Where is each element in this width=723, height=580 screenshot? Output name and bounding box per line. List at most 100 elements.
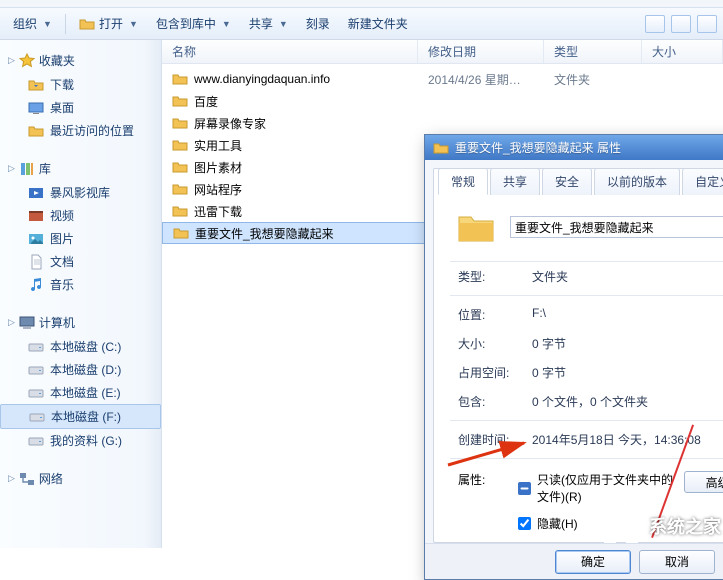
newfolder-button[interactable]: 新建文件夹 [341, 12, 415, 36]
tab-general[interactable]: 常规 [438, 168, 488, 195]
sidebar-item-downloads[interactable]: 下载 [0, 73, 161, 96]
sidebar-item-docs[interactable]: 文档 [0, 250, 161, 273]
file-row[interactable]: 百度 [162, 90, 723, 112]
dialog-body: 常规 共享 安全 以前的版本 自定义 类型:文件夹 [433, 168, 723, 543]
folder-icon [172, 71, 188, 87]
file-name: 屏幕录像专家 [194, 115, 266, 132]
attr-col: 只读(仅应用于文件夹中的文件)(R) 隐藏(H) [518, 471, 674, 532]
sidebar-sec-fav[interactable]: ▷ 收藏夹 [0, 48, 161, 73]
sidebar-sec-label: 网络 [39, 470, 63, 487]
sidebar-item-label: 视频 [50, 207, 74, 224]
chevron-down-icon: ▼ [129, 19, 138, 29]
divider [450, 295, 723, 296]
tab-pane-general: 类型:文件夹 位置:F:\ 大小:0 字节 占用空间:0 字节 包含:0 个文件… [434, 169, 723, 542]
prop-header [450, 203, 723, 262]
hidden-label: 隐藏(H) [537, 515, 578, 532]
sidebar-item-label: 本地磁盘 (E:) [50, 384, 121, 401]
sidebar-item-drive[interactable]: 本地磁盘 (D:) [0, 358, 161, 381]
sidebar-sec-label: 库 [39, 160, 51, 177]
tab-security[interactable]: 安全 [542, 168, 592, 195]
sidebar-item-recent[interactable]: 最近访问的位置 [0, 119, 161, 142]
sidebar: ▷ 收藏夹 下载 桌面 最近访问的位置 ▷ 库 暴风影视库 视频 [0, 40, 162, 548]
sidebar-sec-net[interactable]: ▷ 网络 [0, 466, 161, 491]
sidebar-item-label: 本地磁盘 (D:) [50, 361, 121, 378]
cancel-button[interactable]: 取消 [639, 550, 715, 574]
readonly-checkbox[interactable]: 只读(仅应用于文件夹中的文件)(R) [518, 471, 674, 505]
sidebar-item-drive[interactable]: 本地磁盘 (E:) [0, 381, 161, 404]
sidebar-item-label: 本地磁盘 (F:) [51, 408, 121, 425]
folder-name-input[interactable] [510, 216, 723, 238]
chevron-down-icon: ▼ [222, 19, 231, 29]
sidebar-item-music[interactable]: 音乐 [0, 273, 161, 296]
chevron-down-icon: ▼ [43, 19, 52, 29]
folder-icon [172, 203, 188, 219]
dialog-footer: 确定 取消 应用(A) [425, 543, 723, 579]
file-type: 文件夹 [554, 71, 652, 88]
sidebar-item-drive[interactable]: 我的资料 (G:) [0, 429, 161, 452]
sidebar-item-drive[interactable]: 本地磁盘 (F:) [0, 404, 161, 429]
hidden-checkbox[interactable]: 隐藏(H) [518, 515, 674, 532]
share-button[interactable]: 共享 ▼ [242, 12, 295, 36]
sidebar-item-label: 下载 [50, 76, 74, 93]
toolbar: 组织 ▼ 打开 ▼ 包含到库中 ▼ 共享 ▼ 刻录 新建文件夹 [0, 8, 723, 40]
sidebar-sec-pc[interactable]: ▷ 计算机 [0, 310, 161, 335]
sidebar-sec-lib[interactable]: ▷ 库 [0, 156, 161, 181]
colhdr-name[interactable]: 名称 [162, 40, 418, 63]
collapse-icon: ▷ [8, 473, 15, 484]
dialog-titlebar[interactable]: 重要文件_我想要隐藏起来 属性 [425, 135, 723, 160]
main: ▷ 收藏夹 下载 桌面 最近访问的位置 ▷ 库 暴风影视库 视频 [0, 40, 723, 548]
drive-icon [29, 409, 45, 425]
folder-icon [173, 225, 189, 241]
hidden-input[interactable] [518, 517, 531, 530]
sidebar-item-label: 图片 [50, 230, 74, 247]
folder-large-icon [456, 207, 496, 247]
folder-icon [172, 181, 188, 197]
colhdr-size[interactable]: 大小 [642, 40, 723, 63]
sidebar-item-label: 音乐 [50, 276, 74, 293]
include-button[interactable]: 包含到库中 ▼ [149, 12, 238, 36]
sidebar-item-video[interactable]: 视频 [0, 204, 161, 227]
tab-custom[interactable]: 自定义 [682, 168, 723, 195]
tabs: 常规 共享 安全 以前的版本 自定义 [438, 168, 723, 195]
properties-dialog: 重要文件_我想要隐藏起来 属性 常规 共享 安全 以前的版本 自定义 [424, 134, 723, 580]
computer-icon [19, 315, 35, 331]
file-name: 图片素材 [194, 159, 242, 176]
burn-button[interactable]: 刻录 [299, 12, 337, 36]
collapse-icon: ▷ [8, 317, 15, 328]
open-button[interactable]: 打开 ▼ [72, 12, 145, 36]
newfolder-label: 新建文件夹 [348, 15, 408, 32]
sidebar-item-drive[interactable]: 本地磁盘 (C:) [0, 335, 161, 358]
attr-label: 属性: [458, 471, 508, 488]
file-row[interactable]: www.dianyingdaquan.info2014/4/26 星期…文件夹 [162, 68, 723, 90]
drive-icon [28, 433, 44, 449]
sidebar-item-label: 暴风影视库 [50, 184, 110, 201]
row-size: 大小:0 字节 [450, 329, 723, 358]
advanced-button[interactable]: 高级(D)... [684, 471, 723, 493]
file-name: 实用工具 [194, 137, 242, 154]
help-button[interactable] [697, 15, 717, 33]
sidebar-item-pictures[interactable]: 图片 [0, 227, 161, 250]
readonly-input[interactable] [518, 482, 531, 495]
row-ctime: 创建时间:2014年5月18日 今天，14:36:08 [450, 425, 723, 454]
file-row[interactable]: 屏幕录像专家 [162, 112, 723, 134]
view-button[interactable] [645, 15, 665, 33]
file-name: 迅雷下载 [194, 203, 242, 220]
dialog-title: 重要文件_我想要隐藏起来 属性 [455, 139, 723, 156]
music-icon [28, 277, 44, 293]
colhdr-type[interactable]: 类型 [544, 40, 642, 63]
attr-right: 高级(D)... [684, 471, 723, 493]
sidebar-item-label: 本地磁盘 (C:) [50, 338, 121, 355]
row-type: 类型:文件夹 [450, 262, 723, 291]
collapse-icon: ▷ [8, 55, 15, 66]
sidebar-item-desktop[interactable]: 桌面 [0, 96, 161, 119]
organize-button[interactable]: 组织 ▼ [6, 12, 59, 36]
ok-button[interactable]: 确定 [555, 550, 631, 574]
sidebar-item-baofeng[interactable]: 暴风影视库 [0, 181, 161, 204]
tab-prev[interactable]: 以前的版本 [594, 168, 680, 195]
colhdr-date[interactable]: 修改日期 [418, 40, 544, 63]
preview-pane-button[interactable] [671, 15, 691, 33]
menubar [0, 0, 723, 8]
tab-share[interactable]: 共享 [490, 168, 540, 195]
folder-icon [172, 137, 188, 153]
video-icon [28, 208, 44, 224]
